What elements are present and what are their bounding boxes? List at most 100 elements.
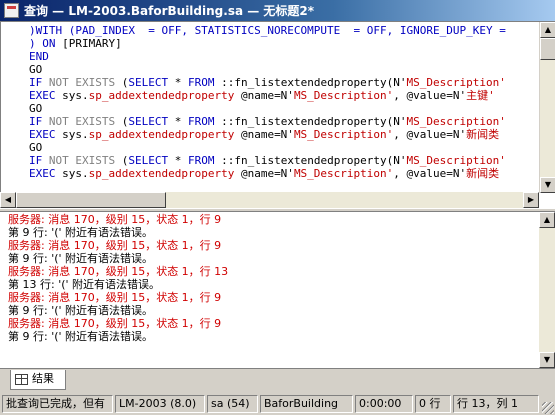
code-token: 新闻类 [466, 167, 500, 180]
message-line: 第 9 行: '(' 附近有语法错误。 [8, 304, 154, 317]
code-token: MS_Description' [406, 154, 506, 167]
code-token: IF [29, 76, 49, 89]
code-token: @name=N' [234, 167, 294, 180]
message-line: 第 9 行: '(' 附近有语法错误。 [8, 330, 154, 343]
code-token: FROM [187, 76, 215, 89]
code-token: ::fn_listextendedproperty(N' [214, 76, 407, 89]
code-line: EXEC sys.sp_addextendedproperty @name=N'… [29, 167, 499, 180]
error-message-line: 服务器: 消息 170，级别 15，状态 1，行 9 [8, 317, 222, 330]
query-editor[interactable]: )WITH (PAD_INDEX = OFF, STATISTICS_NOREC… [0, 21, 555, 208]
code-token: sp_addextendedproperty [88, 89, 235, 102]
code-token: SELECT [128, 115, 169, 128]
result-tabs: 结果 [0, 368, 555, 392]
code-token: EXEC [29, 167, 56, 180]
code-token: MS_Description' [293, 89, 394, 102]
resize-grip-icon[interactable] [542, 402, 554, 414]
code-token: GO [29, 102, 43, 115]
code-token: FROM [187, 115, 215, 128]
editor-vertical-scrollbar[interactable]: ▲ ▼ [539, 22, 555, 193]
message-line: 第 13 行: '(' 附近有语法错误。 [8, 278, 161, 291]
tab-results-label: 结果 [32, 372, 54, 385]
code-token: @name=N' [234, 89, 294, 102]
status-message: 批查询已完成，但有 [2, 395, 113, 413]
code-token: ) ON [29, 37, 63, 50]
code-token: ( [115, 154, 129, 167]
code-token: sys. [55, 89, 89, 102]
code-token: IF [29, 115, 49, 128]
error-message-line: 服务器: 消息 170，级别 15，状态 1，行 13 [8, 265, 229, 278]
code-token: END [29, 50, 49, 63]
scroll-thumb[interactable] [540, 38, 555, 60]
code-token: )WITH (PAD_INDEX = OFF, STATISTICS_NOREC… [29, 24, 513, 37]
status-rows: 0 行 [415, 395, 451, 413]
code-token: ( [115, 115, 129, 128]
status-bar: 批查询已完成，但有 LM-2003 (8.0) sa (54) BaforBui… [0, 393, 555, 415]
grid-icon [15, 374, 28, 385]
code-token: sp_addextendedproperty [88, 128, 235, 141]
code-token: EXEC [29, 128, 56, 141]
code-token: @name=N' [234, 128, 294, 141]
scroll-down-arrow-icon[interactable]: ▼ [539, 352, 555, 368]
code-token: FROM [187, 154, 215, 167]
error-message-line: 服务器: 消息 170，级别 15，状态 1，行 9 [8, 213, 222, 226]
code-line: EXEC sys.sp_addextendedproperty @name=N'… [29, 128, 499, 141]
code-token: , @value=N' [393, 128, 467, 141]
code-line: IF NOT EXISTS (SELECT * FROM ::fn_listex… [29, 115, 506, 128]
code-token: * [168, 76, 188, 89]
status-database: BaforBuilding [260, 395, 353, 413]
code-token: SELECT [128, 76, 169, 89]
code-token: ::fn_listextendedproperty(N' [214, 115, 407, 128]
code-line: )WITH (PAD_INDEX = OFF, STATISTICS_NOREC… [29, 24, 512, 37]
code-line: GO [29, 102, 42, 115]
message-line: 第 9 行: '(' 附近有语法错误。 [8, 252, 154, 265]
code-token: , @value=N' [393, 89, 467, 102]
error-message-line: 服务器: 消息 170，级别 15，状态 1，行 9 [8, 239, 222, 252]
code-token: MS_Description' [293, 167, 394, 180]
status-position: 行 13，列 1 [453, 395, 539, 413]
code-token: NOT EXISTS [48, 115, 116, 128]
results-vertical-scrollbar[interactable]: ▲ ▼ [539, 212, 555, 368]
message-line: 第 9 行: '(' 附近有语法错误。 [8, 226, 154, 239]
code-token: sys. [55, 128, 89, 141]
scroll-up-arrow-icon[interactable]: ▲ [539, 212, 555, 228]
code-line: GO [29, 63, 42, 76]
code-token: * [168, 154, 188, 167]
code-token: * [168, 115, 188, 128]
scroll-right-arrow-icon[interactable]: ▶ [523, 192, 539, 208]
scroll-thumb[interactable] [16, 192, 166, 208]
code-line: IF NOT EXISTS (SELECT * FROM ::fn_listex… [29, 154, 506, 167]
code-token: sys. [55, 167, 89, 180]
code-line: ) ON [PRIMARY] [29, 37, 122, 50]
code-token: SELECT [128, 154, 169, 167]
code-token: MS_Description' [406, 76, 506, 89]
code-line: EXEC sys.sp_addextendedproperty @name=N'… [29, 89, 495, 102]
editor-horizontal-scrollbar[interactable]: ◀ ▶ [0, 192, 539, 208]
code-token: ::fn_listextendedproperty(N' [214, 154, 407, 167]
code-token: GO [29, 63, 43, 76]
window-title: 查询 — LM-2003.BaforBuilding.sa — 无标题2* [24, 4, 315, 18]
code-token: 主键' [466, 89, 495, 102]
code-token: [PRIMARY] [62, 37, 122, 50]
title-bar[interactable]: 查询 — LM-2003.BaforBuilding.sa — 无标题2* [0, 0, 555, 21]
code-line: GO [29, 141, 42, 154]
code-token: IF [29, 154, 49, 167]
scroll-down-arrow-icon[interactable]: ▼ [540, 177, 555, 193]
code-token: MS_Description' [293, 128, 394, 141]
status-server: LM-2003 (8.0) [115, 395, 205, 413]
query-window: 查询 — LM-2003.BaforBuilding.sa — 无标题2* )W… [0, 0, 555, 415]
code-token: EXEC [29, 89, 56, 102]
code-token: 新闻类 [466, 128, 500, 141]
code-token: NOT EXISTS [48, 154, 116, 167]
code-line: END [29, 50, 49, 63]
query-document-icon[interactable] [4, 3, 19, 18]
code-token: NOT EXISTS [48, 76, 116, 89]
scroll-left-arrow-icon[interactable]: ◀ [0, 192, 16, 208]
scroll-up-arrow-icon[interactable]: ▲ [540, 22, 555, 38]
code-line: IF NOT EXISTS (SELECT * FROM ::fn_listex… [29, 76, 506, 89]
code-token: MS_Description' [406, 115, 506, 128]
code-token: GO [29, 141, 43, 154]
tab-results[interactable]: 结果 [10, 370, 66, 390]
error-message-line: 服务器: 消息 170，级别 15，状态 1，行 9 [8, 291, 222, 304]
results-pane[interactable]: 服务器: 消息 170，级别 15，状态 1，行 9第 9 行: '(' 附近有… [0, 212, 539, 368]
status-elapsed: 0:00:00 [355, 395, 413, 413]
